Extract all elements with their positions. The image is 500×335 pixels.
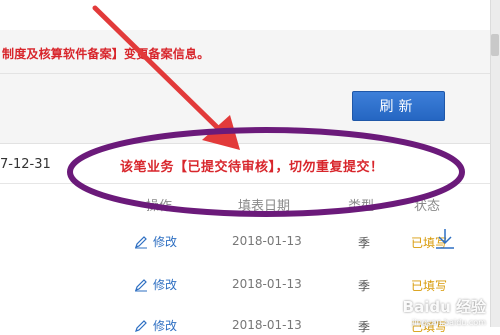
edit-link[interactable]: 修改: [134, 276, 177, 293]
download-icon[interactable]: [432, 226, 458, 252]
pencil-icon: [135, 319, 147, 332]
edit-link-label: 修改: [153, 319, 178, 333]
row-date: 2018-01-13: [232, 277, 302, 291]
scrollbar-thumb[interactable]: [491, 34, 499, 56]
row-status: 已填写: [411, 279, 448, 293]
pencil-icon: [135, 278, 147, 291]
watermark-url: jingyan.baidu.com: [412, 318, 486, 327]
watermark-logo: Baidu 经验: [402, 298, 486, 316]
column-header-action: 操作: [146, 199, 173, 214]
period-end-date: 7-12-31: [0, 157, 51, 172]
row-type: 季: [358, 279, 371, 293]
refresh-button[interactable]: 刷新: [352, 91, 445, 121]
notice-text: 制度及核算软件备案】变更备案信息。: [2, 47, 210, 61]
row-date: 2018-01-13: [232, 318, 302, 332]
row-type: 季: [358, 236, 371, 250]
pencil-icon: [135, 235, 147, 248]
column-header-status: 状态: [414, 199, 441, 214]
row-date: 2018-01-13: [232, 234, 302, 248]
column-header-type: 类型: [348, 199, 375, 214]
edit-link[interactable]: 修改: [134, 317, 177, 334]
column-header-date: 填表日期: [238, 199, 291, 214]
edit-link[interactable]: 修改: [134, 233, 177, 250]
edit-link-label: 修改: [153, 278, 178, 292]
divider: [0, 73, 490, 74]
warning-message: 该笔业务【已提交待审核】，切勿重复提交！: [120, 160, 384, 175]
edit-link-label: 修改: [153, 235, 178, 249]
